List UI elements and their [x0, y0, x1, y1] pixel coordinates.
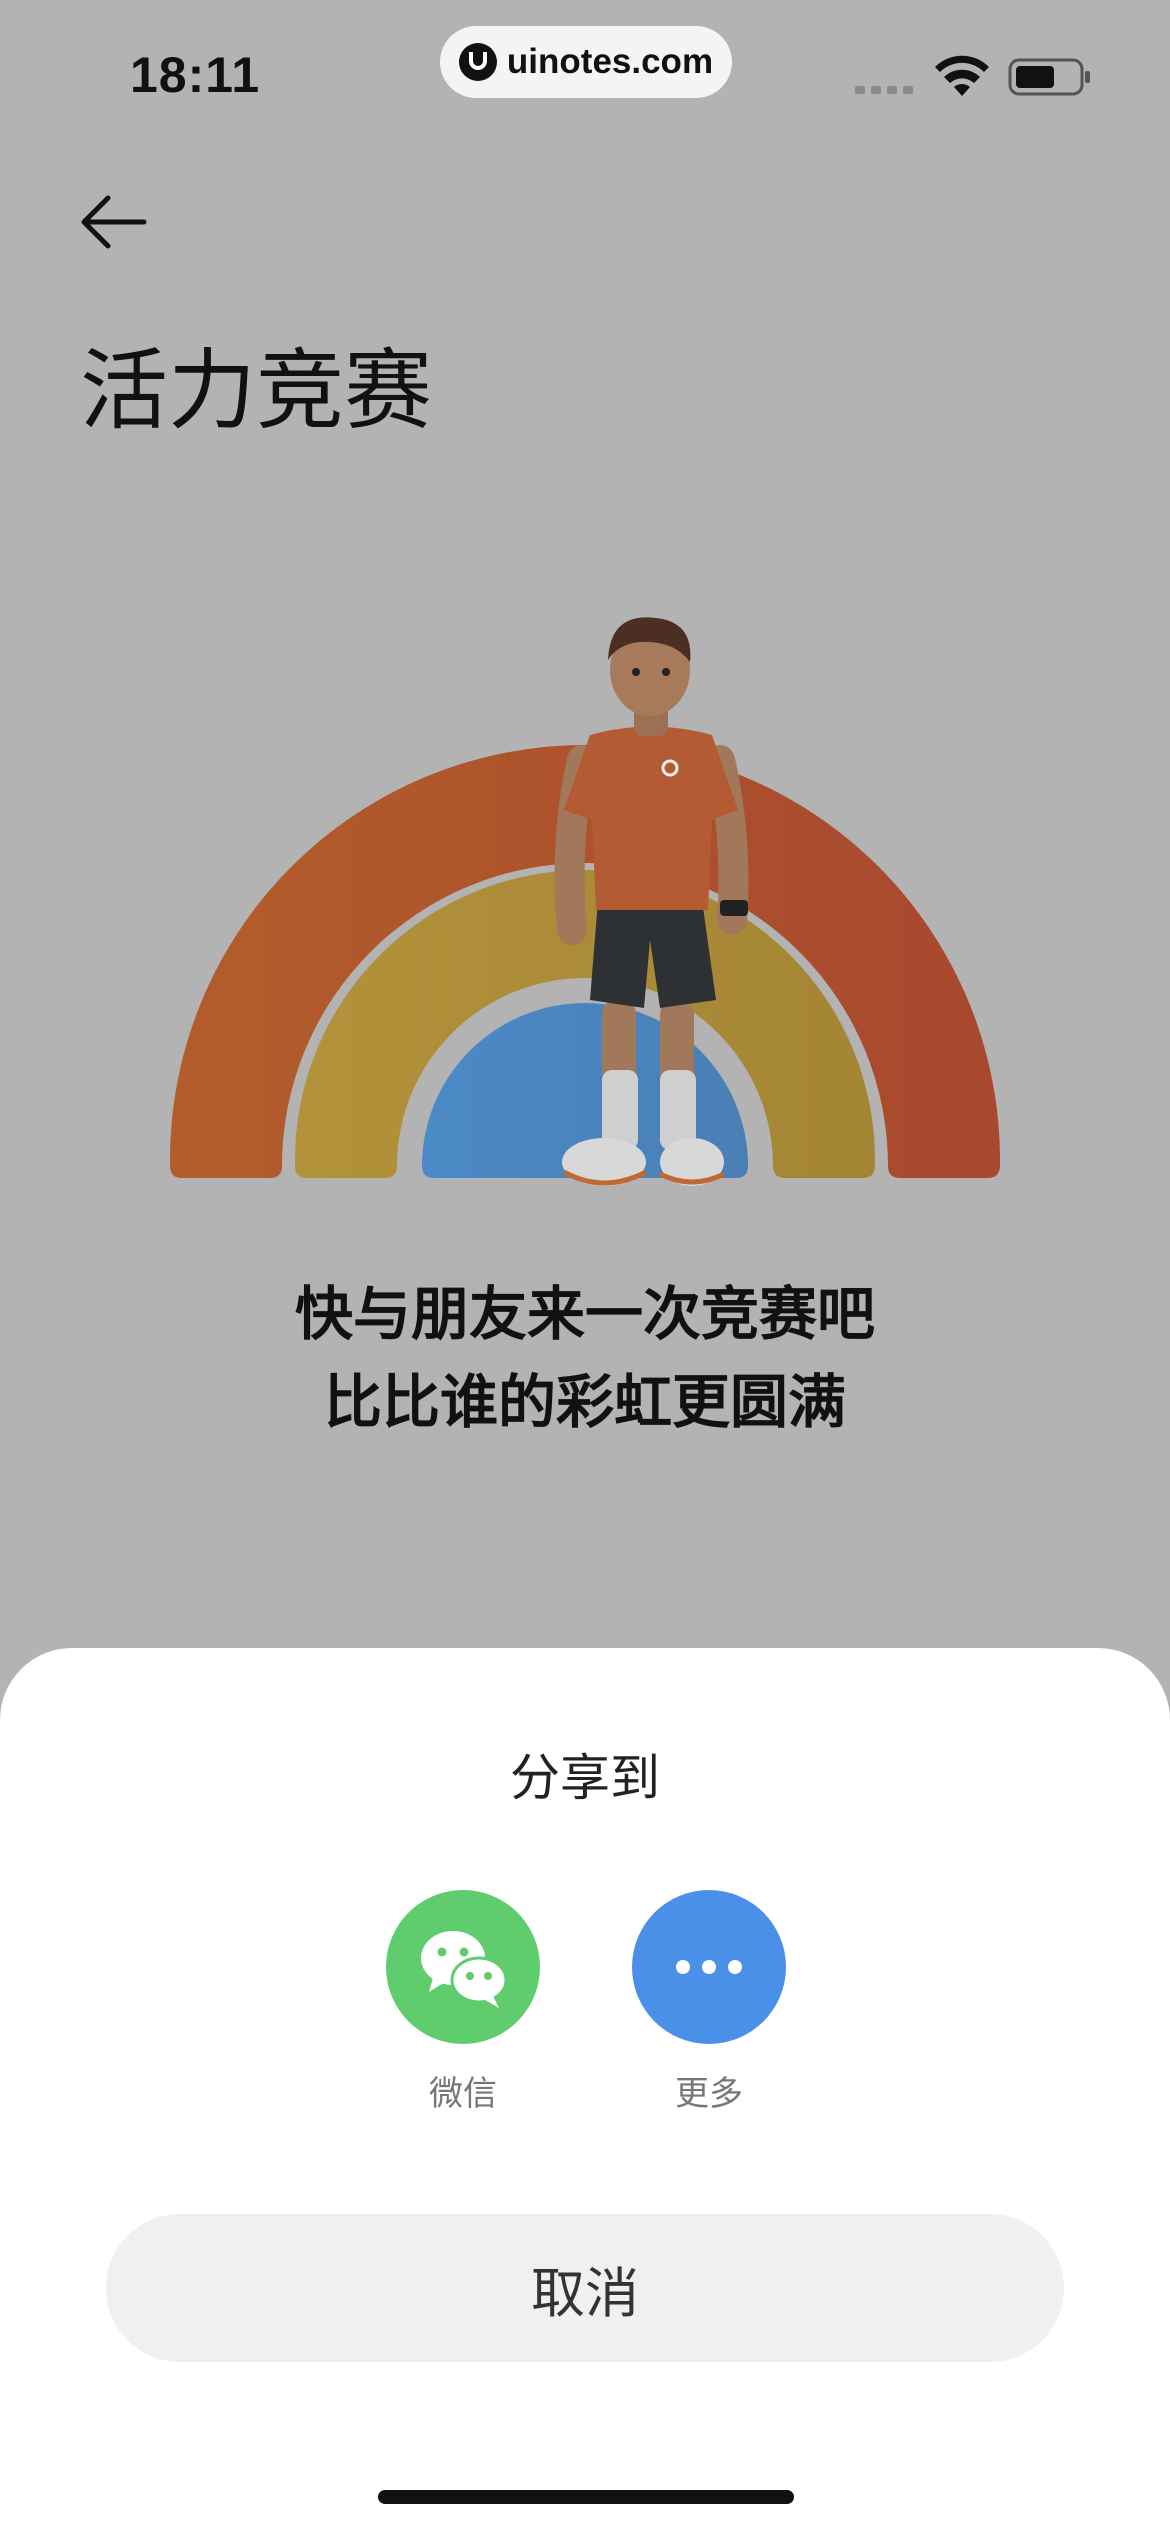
share-sheet: 分享到 微信 更多 取消 [0, 1648, 1170, 2532]
status-bar: 18:11 uinotes.com [0, 0, 1170, 140]
url-text: uinotes.com [506, 42, 714, 81]
share-option-label: 微信 [429, 2074, 497, 2114]
cellular-signal-icon [855, 86, 913, 94]
rainbow-illustration [170, 617, 1000, 1186]
share-sheet-title: 分享到 [510, 1749, 660, 1807]
slogan-line-2: 比比谁的彩虹更圆满 [323, 1368, 846, 1436]
url-pill[interactable]: uinotes.com [440, 26, 732, 98]
battery-icon [1008, 58, 1090, 96]
slogan-line-1: 快与朋友来一次竞赛吧 [294, 1280, 875, 1348]
home-indicator[interactable] [378, 2490, 794, 2504]
cancel-button[interactable]: 取消 [106, 2214, 1064, 2362]
share-option-wechat[interactable]: 微信 [363, 1890, 563, 2115]
share-option-more[interactable]: 更多 [609, 1890, 809, 2115]
share-option-label: 更多 [675, 2074, 743, 2114]
uinotes-logo-icon [458, 43, 497, 81]
back-arrow-icon[interactable] [78, 190, 150, 254]
page-title: 活力竞赛 [80, 339, 433, 442]
status-time: 18:11 [130, 47, 261, 103]
slogan: 快与朋友来一次竞赛吧 比比谁的彩虹更圆满 [0, 1270, 1170, 1446]
wechat-icon[interactable] [386, 1890, 540, 2044]
more-icon[interactable] [632, 1890, 786, 2044]
wifi-icon [935, 55, 989, 96]
